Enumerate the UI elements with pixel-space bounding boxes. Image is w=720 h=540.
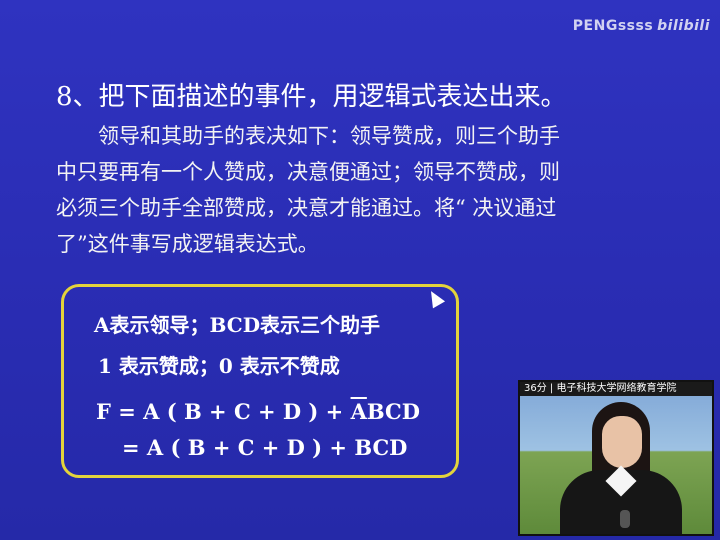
video-caption: 36分 | 电子科技大学网络教育学院 <box>520 382 712 396</box>
paragraph-line: 中只要再有一个人赞成，决意便通过；领导不赞成，则 <box>56 160 560 184</box>
lecturer-face <box>602 416 642 468</box>
variable-definition: A表示领导；BCD表示三个助手 <box>94 313 381 337</box>
formula-line-2: = A ( B + C + D ) + BCD <box>122 435 408 460</box>
slide: PENGssss bilibili 8、把下面描述的事件，用逻辑式表达出来。 领导… <box>0 0 720 540</box>
answer-box: A表示领导；BCD表示三个助手 1 表示赞成；0 表示不赞成 F = A ( B… <box>61 284 459 478</box>
formula1-suffix: BCD <box>366 399 420 424</box>
paragraph-line: 领导和其助手的表决如下：领导赞成，则三个助手 <box>98 124 560 148</box>
paragraph-line: 了”这件事写成逻辑表达式。 <box>56 232 319 256</box>
watermark-text: PENGssss <box>572 18 654 34</box>
paragraph-line: 必须三个助手全部赞成，决意才能通过。将“ 决议通过 <box>56 196 557 220</box>
microphone-icon <box>620 510 630 528</box>
watermark: PENGssss bilibili <box>573 18 710 34</box>
formula1-not-a: A <box>350 399 367 424</box>
formula1-prefix: F = A ( B + C + D ) + <box>96 399 351 424</box>
lecturer-video-overlay: 36分 | 电子科技大学网络教育学院 <box>518 380 714 536</box>
formula-line-1: F = A ( B + C + D ) + ABCD <box>96 399 420 424</box>
slide-title: 8、把下面描述的事件，用逻辑式表达出来。 <box>56 82 567 112</box>
problem-paragraph: 领导和其助手的表决如下：领导赞成，则三个助手 中只要再有一个人赞成，决意便通过；… <box>56 118 646 262</box>
value-definition: 1 表示赞成；0 表示不赞成 <box>98 354 340 378</box>
bilibili-logo-text: bilibili <box>657 18 710 34</box>
